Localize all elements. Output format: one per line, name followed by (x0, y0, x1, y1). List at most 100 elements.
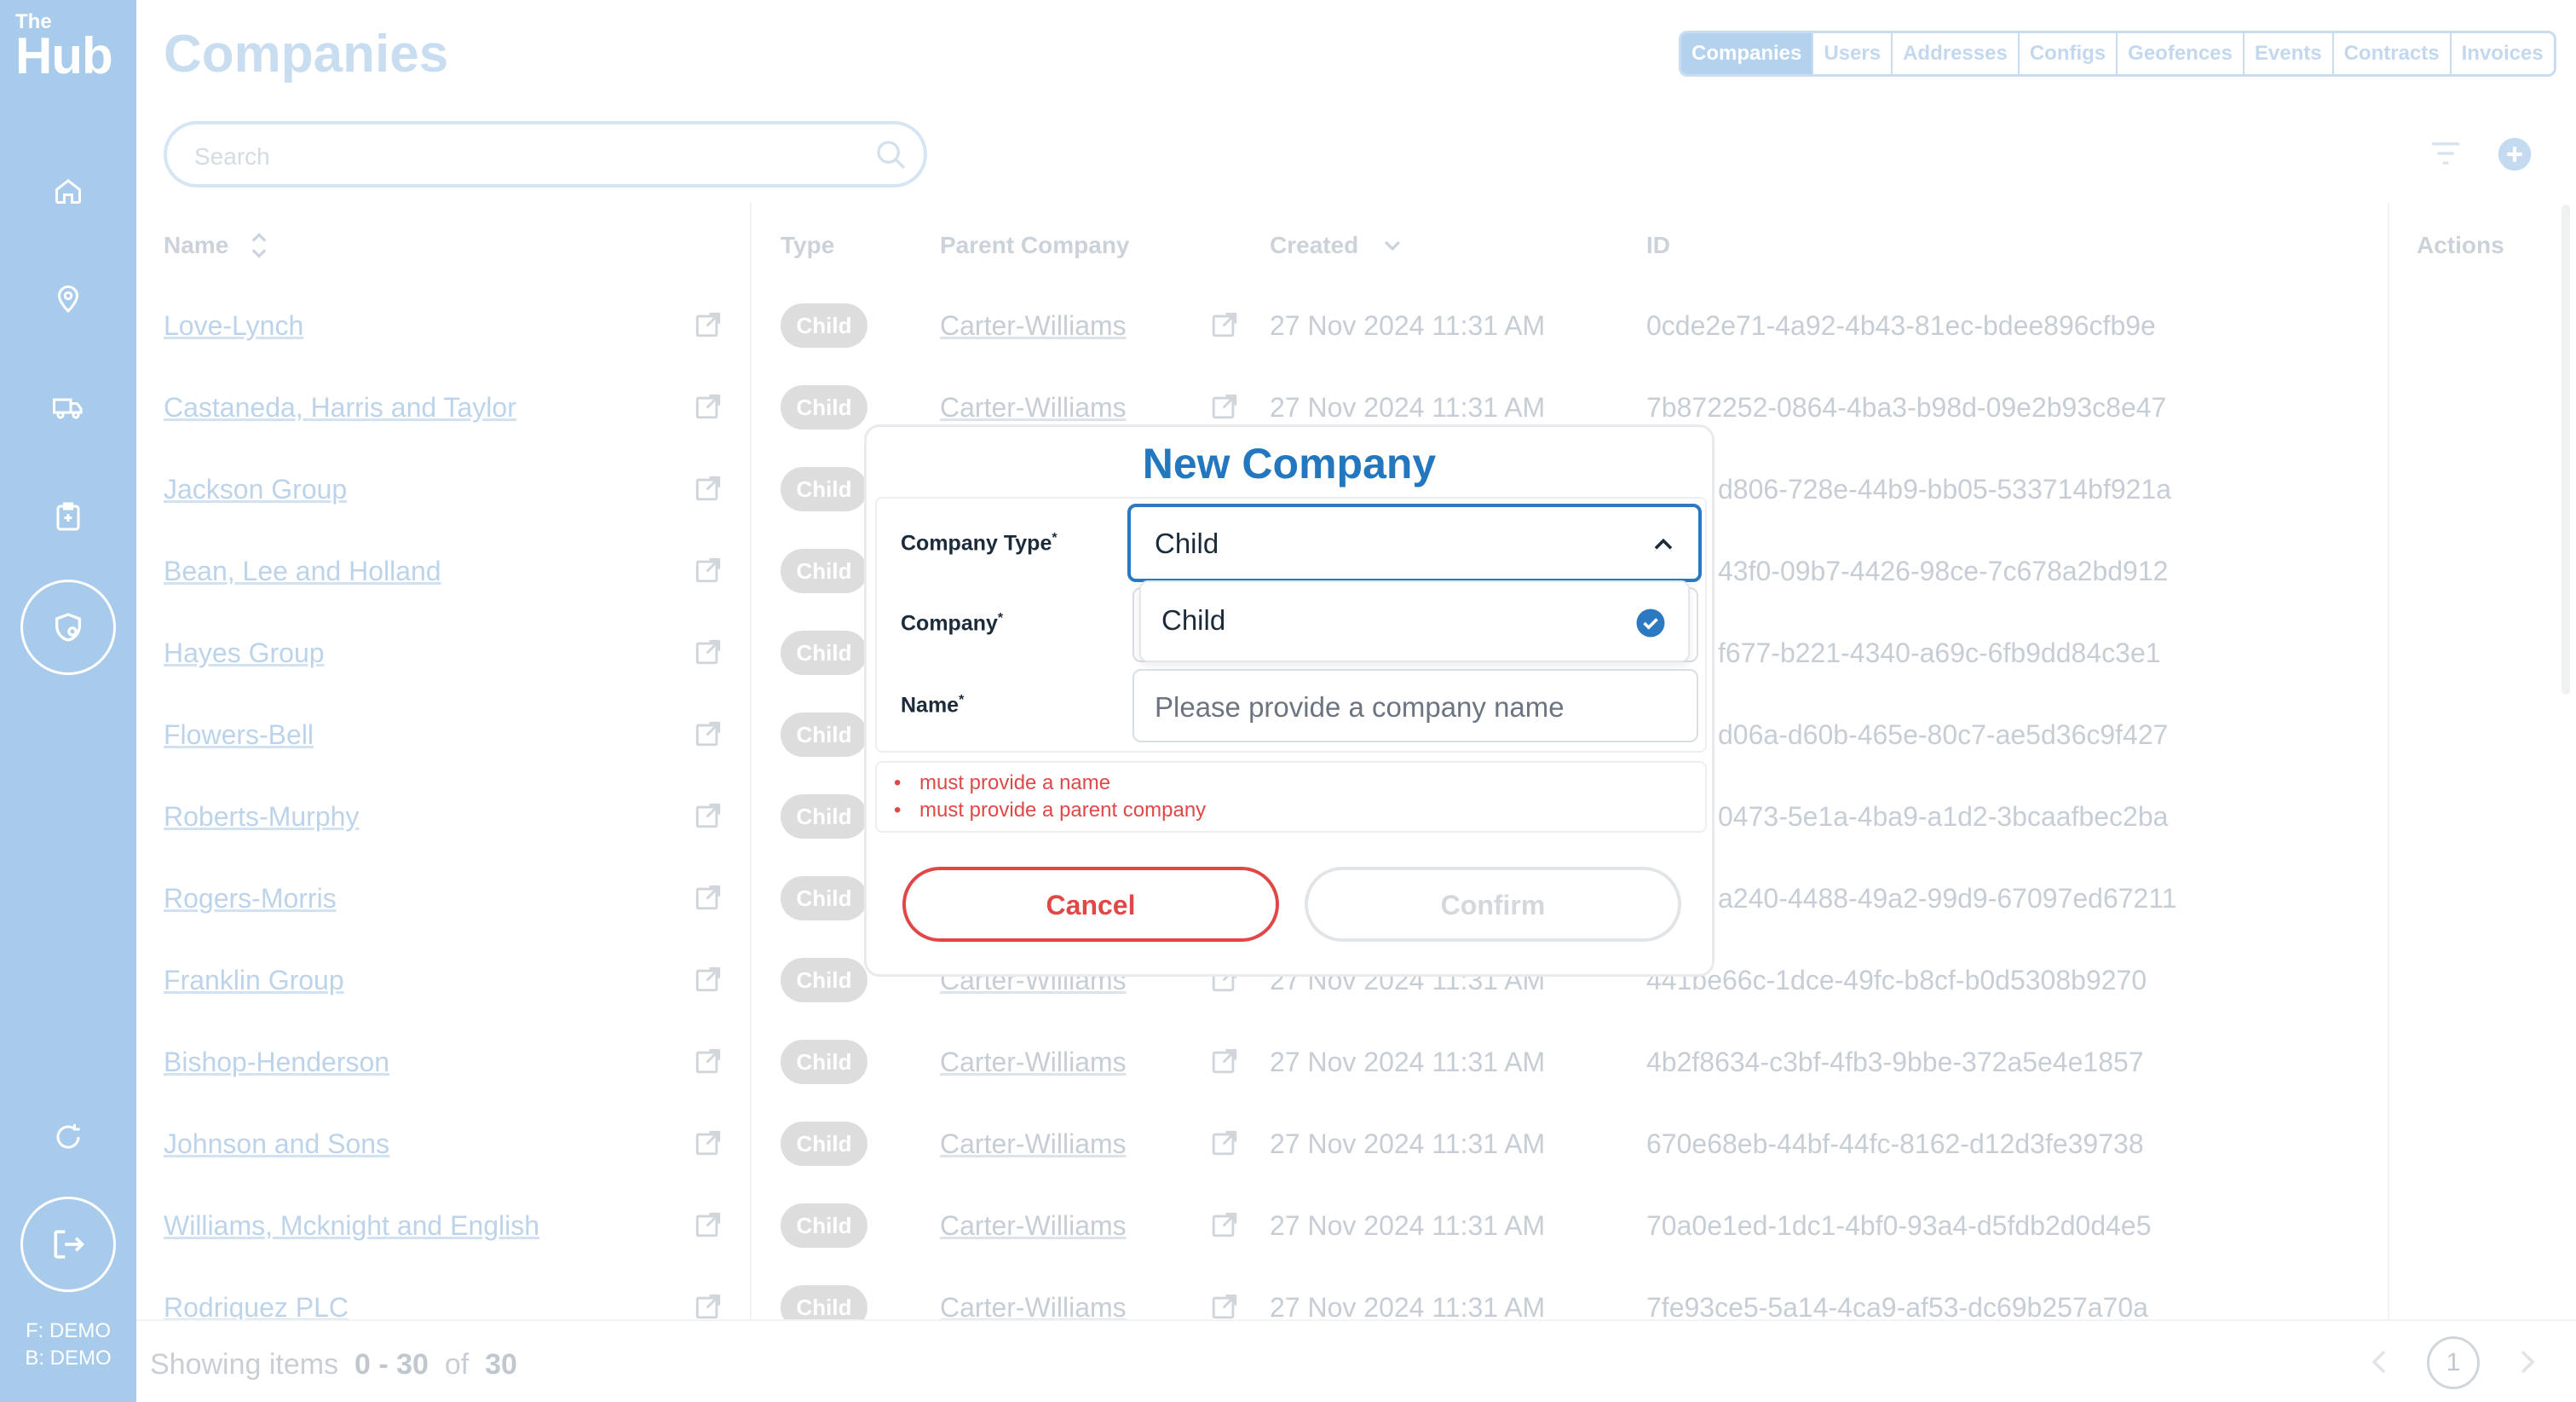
validation-errors: must provide a name must provide a paren… (875, 761, 1707, 833)
truck-icon[interactable] (44, 384, 92, 431)
page-number-button[interactable]: 1 (2427, 1336, 2480, 1389)
company-name-input[interactable]: Please provide a company name (1132, 669, 1698, 742)
clipboard-icon[interactable] (44, 493, 92, 540)
backend-env: B: DEMO (25, 1347, 112, 1370)
name-placeholder: Please provide a company name (1155, 691, 1565, 723)
tab-events[interactable]: Events (2245, 33, 2334, 74)
company-name-link[interactable]: Roberts-Murphy (164, 801, 359, 833)
created-date: 27 Nov 2024 11:31 AM (1270, 1047, 1546, 1077)
open-external-icon[interactable] (1210, 1210, 1239, 1243)
company-id: f677-b221-4340-a69c-6fb9dd84c3e1 (1718, 638, 2161, 668)
company-name-link[interactable]: Bishop-Henderson (164, 1047, 389, 1078)
column-divider (750, 203, 752, 1319)
app-logo[interactable]: The Hub (15, 12, 113, 84)
refresh-icon[interactable] (44, 1113, 92, 1161)
open-external-icon[interactable] (694, 1128, 723, 1162)
parent-company-link[interactable]: Carter-Williams (940, 392, 1127, 424)
tab-addresses[interactable]: Addresses (1893, 33, 2020, 74)
search-icon[interactable] (874, 138, 908, 176)
dropdown-option-child[interactable]: Child (1161, 604, 1225, 637)
company-name-link[interactable]: Williams, Mcknight and English (164, 1210, 539, 1242)
error-message: must provide a parent company (894, 799, 1206, 822)
type-badge: Child (781, 1122, 867, 1166)
company-id: 70a0e1ed-1dc1-4bf0-93a4-d5fdb2d0d4e5 (1646, 1210, 2152, 1241)
company-name-link[interactable]: Hayes Group (164, 638, 325, 669)
company-name-link[interactable]: Love-Lynch (164, 310, 303, 342)
open-external-icon[interactable] (694, 1047, 723, 1080)
nav-tabs: Companies Users Addresses Configs Geofen… (1679, 31, 2556, 77)
next-page-icon[interactable] (2517, 1348, 2538, 1380)
column-header-parent[interactable]: Parent Company (940, 232, 1130, 259)
type-badge: Child (781, 303, 867, 348)
column-header-type[interactable]: Type (781, 232, 834, 259)
open-external-icon[interactable] (694, 392, 723, 425)
open-external-icon[interactable] (1210, 1047, 1239, 1080)
open-external-icon[interactable] (694, 719, 723, 753)
parent-company-link[interactable]: Carter-Williams (940, 1047, 1127, 1078)
open-external-icon[interactable] (694, 965, 723, 998)
type-badge: Child (781, 467, 867, 511)
type-badge: Child (781, 794, 867, 839)
cancel-button[interactable]: Cancel (902, 867, 1279, 942)
tab-geofences[interactable]: Geofences (2118, 33, 2245, 74)
open-external-icon[interactable] (694, 310, 723, 343)
open-external-icon[interactable] (694, 801, 723, 834)
frontend-env: F: DEMO (26, 1319, 111, 1342)
company-name-link[interactable]: Jackson Group (164, 474, 347, 505)
open-external-icon[interactable] (1210, 392, 1239, 425)
companies-nav-icon[interactable] (20, 580, 116, 675)
company-name-link[interactable]: Franklin Group (164, 965, 344, 996)
tab-companies[interactable]: Companies (1681, 33, 1814, 74)
company-name-link[interactable]: Castaneda, Harris and Taylor (164, 392, 516, 424)
chevron-up-icon[interactable] (1652, 536, 1674, 556)
chevron-down-icon[interactable] (1382, 235, 1403, 260)
location-pin-icon[interactable] (44, 274, 92, 322)
open-external-icon[interactable] (694, 883, 723, 916)
type-badge: Child (781, 549, 867, 593)
open-external-icon[interactable] (1210, 310, 1239, 343)
type-badge: Child (781, 385, 867, 430)
column-header-name[interactable]: Name (164, 232, 228, 259)
company-name-link[interactable]: Flowers-Bell (164, 719, 314, 751)
scrollbar[interactable] (2562, 205, 2570, 695)
open-external-icon[interactable] (694, 556, 723, 589)
column-header-id[interactable]: ID (1646, 232, 1670, 259)
company-name-link[interactable]: Johnson and Sons (164, 1128, 389, 1160)
open-external-icon[interactable] (694, 474, 723, 507)
tab-configs[interactable]: Configs (2020, 33, 2118, 74)
company-id: 4b2f8634-c3bf-4fb3-9bbe-372a5e4e1857 (1646, 1047, 2144, 1077)
logout-icon[interactable] (20, 1197, 116, 1292)
add-company-icon[interactable] (2497, 136, 2533, 176)
dialog-title: New Company (1142, 440, 1437, 488)
prev-page-icon[interactable] (2369, 1348, 2389, 1380)
company-name-link[interactable]: Rogers-Morris (164, 883, 337, 914)
parent-company-link[interactable]: Carter-Williams (940, 310, 1127, 342)
open-external-icon[interactable] (694, 1210, 723, 1243)
company-label: Company* (901, 611, 1004, 636)
search-input[interactable]: Search (164, 121, 927, 188)
type-badge: Child (781, 1203, 867, 1248)
home-icon[interactable] (44, 167, 92, 215)
created-date: 27 Nov 2024 11:31 AM (1270, 310, 1546, 341)
logo-bottom-text: Hub (15, 27, 113, 84)
company-id: 0473-5e1a-4ba9-a1d2-3bcaafbec2ba (1718, 801, 2169, 832)
column-header-created[interactable]: Created (1270, 232, 1358, 259)
company-id: 43f0-09b7-4426-98ce-7c678a2bd912 (1718, 556, 2169, 586)
type-badge: Child (781, 713, 867, 757)
tab-contracts[interactable]: Contracts (2334, 33, 2452, 74)
company-name-link[interactable]: Bean, Lee and Holland (164, 556, 441, 587)
parent-company-link[interactable]: Carter-Williams (940, 1210, 1127, 1242)
tab-users[interactable]: Users (1813, 33, 1893, 74)
open-external-icon[interactable] (1210, 1128, 1239, 1162)
name-label: Name* (901, 693, 965, 718)
sort-icon[interactable] (249, 230, 269, 265)
company-type-value: Child (1155, 528, 1219, 559)
company-type-select[interactable]: Child (1127, 504, 1702, 582)
company-id: 441be66c-1dce-49fc-b8cf-b0d5308b9270 (1646, 965, 2147, 995)
filter-icon[interactable] (2429, 140, 2463, 171)
page-title: Companies (164, 25, 449, 84)
open-external-icon[interactable] (694, 638, 723, 671)
parent-company-link[interactable]: Carter-Williams (940, 1128, 1127, 1160)
confirm-button[interactable]: Confirm (1305, 867, 1681, 942)
tab-invoices[interactable]: Invoices (2452, 33, 2554, 74)
